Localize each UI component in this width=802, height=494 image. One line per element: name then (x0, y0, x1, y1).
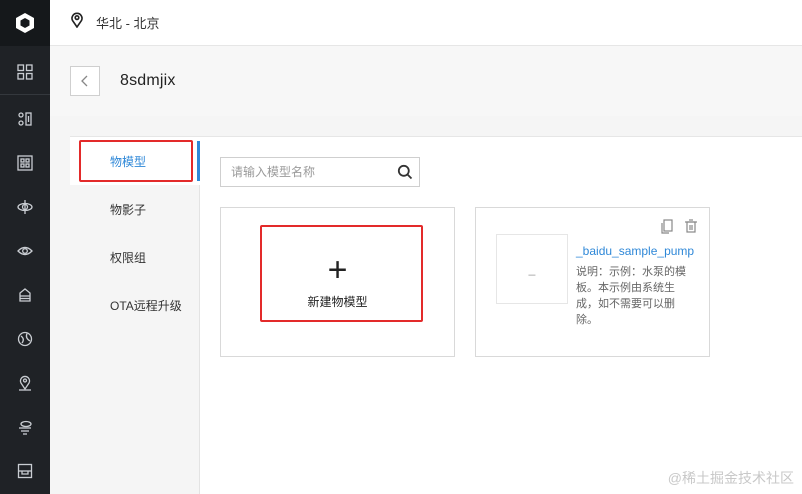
page-title: 8sdmjix (120, 72, 176, 89)
device-icon[interactable] (0, 143, 50, 183)
rail-divider (0, 94, 50, 95)
edge-icon[interactable] (0, 407, 50, 447)
sub-navigation: 物模型 物影子 权限组 OTA远程升级 (70, 137, 200, 494)
highlight-box-tab (79, 140, 193, 182)
nav-rail (0, 0, 50, 494)
model-thumbnail: _ (496, 234, 568, 304)
iot-hub-icon[interactable] (0, 99, 50, 139)
region-selector[interactable]: 华北 - 北京 (96, 13, 160, 32)
tab-permission-group[interactable]: 权限组 (70, 233, 200, 281)
data-icon[interactable] (0, 275, 50, 315)
model-card[interactable]: _ _baidu_sample_pump 说明：示例：水泵的模板。本示例由系统生… (475, 207, 710, 357)
tab-ota-upgrade[interactable]: OTA远程升级 (70, 281, 200, 329)
dashboard-icon[interactable] (0, 52, 50, 92)
tab-thing-shadow[interactable]: 物影子 (70, 185, 200, 233)
chevron-left-icon (81, 75, 88, 87)
model-name-link[interactable]: _baidu_sample_pump (576, 244, 694, 258)
highlight-box-new-model (260, 225, 423, 322)
app-root: 华北 - 北京 8sdmjix 物模型 物影子 权限组 OTA远程升级 + 新建… (0, 0, 802, 494)
logo-icon[interactable] (0, 0, 50, 46)
page-title-bar: 8sdmjix (50, 46, 802, 116)
active-tab-indicator (197, 141, 200, 181)
watermark: @稀土掘金技术社区 (667, 470, 794, 486)
monitor-icon[interactable] (0, 319, 50, 359)
search-input[interactable] (221, 158, 389, 186)
location-icon[interactable] (0, 363, 50, 403)
copy-icon[interactable] (659, 218, 675, 234)
trash-icon[interactable] (683, 218, 699, 234)
search-icon[interactable] (397, 164, 413, 180)
back-button[interactable] (70, 66, 100, 96)
model-description: 说明：示例：水泵的模板。本示例由系统生成，如不需要可以删除。 (576, 266, 686, 326)
content-panel: 物模型 物影子 权限组 OTA远程升级 + 新建物模型 _ _baidu_sam… (70, 137, 802, 494)
top-header: 华北 - 北京 (50, 0, 802, 46)
storage-icon[interactable] (0, 451, 50, 491)
search-box (220, 157, 420, 187)
location-pin-icon[interactable] (70, 12, 84, 33)
rule-icon[interactable] (0, 187, 50, 227)
visual-icon[interactable] (0, 231, 50, 271)
